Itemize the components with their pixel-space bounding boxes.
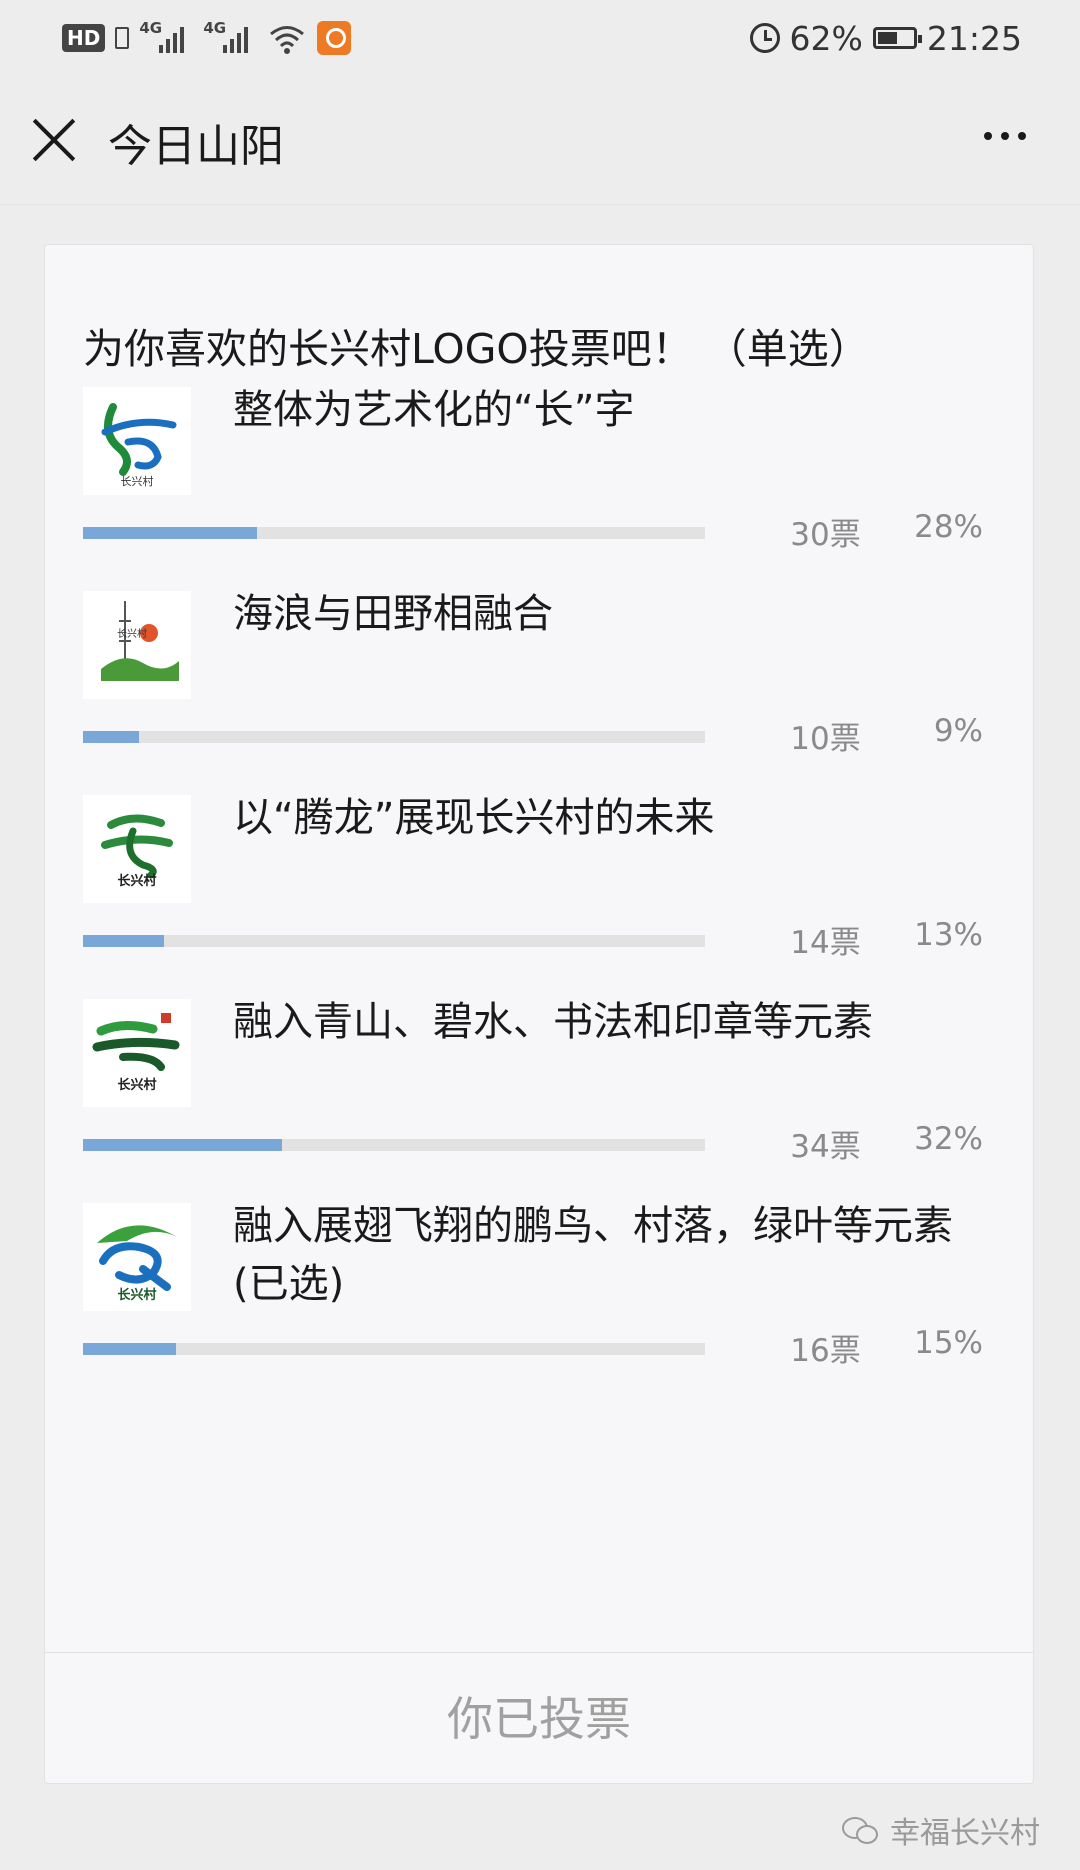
close-icon[interactable] (30, 116, 78, 164)
vote-progress-fill (83, 527, 258, 539)
voted-status-button: 你已投票 (447, 1692, 631, 1746)
vote-count: 34票 (790, 1129, 861, 1165)
wifi-icon (270, 26, 305, 54)
wechat-icon (842, 1815, 878, 1845)
vote-progress-bar (83, 527, 705, 539)
logo-thumbnail: 长兴村 (83, 1203, 191, 1311)
sim-icon (115, 27, 130, 49)
poll-option[interactable]: 长兴村 融入青山、碧水、书法和印章等元素 34票 32% (83, 987, 999, 1202)
signal-icon: 4G (139, 19, 193, 55)
watermark-text: 幸福长兴村 (890, 1816, 1040, 1851)
battery-icon (872, 27, 922, 49)
vote-progress-fill (83, 1343, 177, 1355)
poll-option[interactable]: 长兴村 以“腾龙”展现长兴村的未来 14票 13% (83, 783, 999, 998)
hd-icon: HD (62, 24, 106, 52)
vote-percent: 13% (914, 917, 983, 953)
poll-title: 为你喜欢的长兴村LOGO投票吧！ （单选） (83, 325, 870, 373)
battery-percent: 62% (789, 18, 863, 58)
signal-icon: 4G (203, 19, 257, 55)
poll-card: 为你喜欢的长兴村LOGO投票吧！ （单选） 长兴村 整体为艺术化的“长”字 30… (44, 244, 1034, 1784)
battery-fill (877, 32, 898, 44)
status-bar: HD 4G 4G 62% 21:25 (0, 0, 1080, 76)
vote-count: 30票 (790, 517, 861, 553)
more-icon[interactable] (984, 132, 1026, 140)
logo-thumbnail: 长兴村 (83, 795, 191, 903)
poll-option[interactable]: 长兴村 整体为艺术化的“长”字 30票 28% (83, 375, 999, 590)
logo-text: 长兴村 (117, 1077, 156, 1093)
option-label: 海浪与田野相融合 (233, 591, 553, 637)
status-right: 62% 21:25 (749, 14, 1022, 62)
option-label: 融入展翅飞翔的鹏鸟、村落，绿叶等元素 (已选) (233, 1203, 953, 1307)
vote-progress-bar (83, 1139, 705, 1151)
vote-percent: 32% (914, 1121, 983, 1157)
poll-option-selected[interactable]: 长兴村 融入展翅飞翔的鹏鸟、村落，绿叶等元素 (已选) 16票 15% (83, 1191, 999, 1406)
nav-bar: 今日山阳 (0, 76, 1080, 205)
logo-text: 长兴村 (117, 873, 156, 889)
clock: 21:25 (926, 18, 1022, 58)
page-title: 今日山阳 (108, 121, 284, 172)
option-label: 融入青山、碧水、书法和印章等元素 (233, 999, 873, 1045)
option-label: 以“腾龙”展现长兴村的未来 (233, 795, 715, 841)
logo-text: 长兴村 (117, 627, 147, 640)
logo-text: 长兴村 (117, 1287, 156, 1303)
vote-percent: 9% (933, 713, 983, 749)
vote-progress-bar (83, 935, 705, 947)
vote-progress-fill (83, 935, 164, 947)
vote-progress-fill (83, 1139, 283, 1151)
vote-progress-bar (83, 731, 705, 743)
alarm-icon (749, 23, 780, 53)
vote-count: 14票 (790, 925, 861, 961)
app-notification-icon (317, 21, 352, 55)
option-label: 整体为艺术化的“长”字 (233, 387, 635, 433)
logo-text: 长兴村 (121, 474, 154, 488)
vote-progress-fill (83, 731, 139, 743)
poll-option[interactable]: 长兴村 海浪与田野相融合 10票 9% (83, 579, 999, 794)
status-left: HD 4G 4G (62, 18, 352, 58)
logo-thumbnail: 长兴村 (83, 591, 191, 699)
poll-footer: 你已投票 (45, 1652, 1033, 1783)
vote-percent: 15% (914, 1325, 983, 1361)
vote-count: 16票 (790, 1333, 861, 1369)
logo-thumbnail: 长兴村 (83, 999, 191, 1107)
watermark: 幸福长兴村 (842, 1808, 1040, 1852)
vote-percent: 28% (914, 509, 983, 545)
logo-thumbnail: 长兴村 (83, 387, 191, 495)
vote-count: 10票 (790, 721, 861, 757)
vote-progress-bar (83, 1343, 705, 1355)
